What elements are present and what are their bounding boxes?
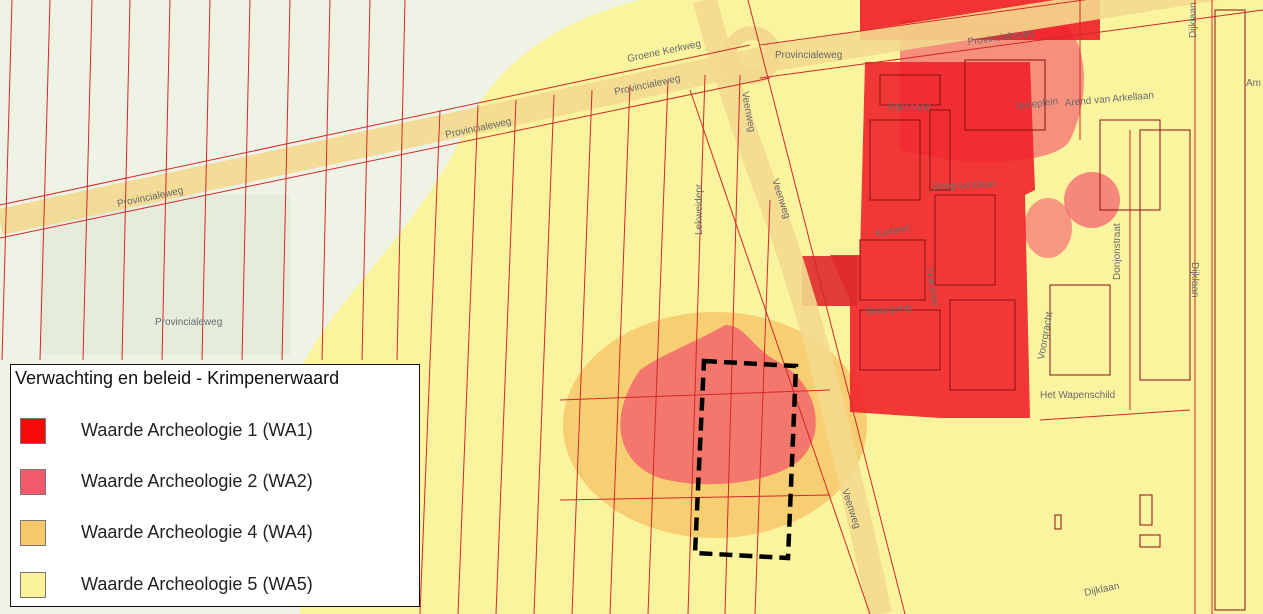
legend-item-wa2: Waarde Archeologie 2 (WA2) [11,469,411,509]
street-label: Donjonstraat [1112,223,1123,280]
legend-item-wa1: Waarde Archeologie 1 (WA1) [11,418,411,458]
legend-swatch [20,418,46,444]
zone-wa2-small [1024,198,1072,258]
legend-label: Waarde Archeologie 2 (WA2) [81,471,313,491]
street-label: Provincialeweg [155,317,222,328]
legend-swatch [20,520,46,546]
legend-item-wa5: Waarde Archeologie 5 (WA5) [11,572,411,612]
legend-title: Verwachting en beleid - Krimpenerwaard [15,368,340,388]
legend-item-wa4: Waarde Archeologie 4 (WA4) [11,520,411,560]
map-legend: Verwachting en beleid - Krimpenerwaard W… [10,364,420,607]
legend-swatch [20,572,46,598]
legend-label: Waarde Archeologie 5 (WA5) [81,574,313,594]
street-label: Provincialeweg [775,50,842,61]
legend-label: Waarde Archeologie 4 (WA4) [81,522,313,542]
legend-label: Waarde Archeologie 1 (WA1) [81,420,313,440]
street-label: Am [1246,78,1261,89]
street-label: Lekweidepr [694,183,705,235]
street-label: Dijklaan [1188,2,1199,38]
street-label: Het Wapenschild [1040,390,1115,401]
zone-wa2-circle [1064,172,1120,228]
street-label: Dijklaan [1189,262,1200,298]
legend-swatch [20,469,46,495]
street-label: Palissade [888,102,932,113]
